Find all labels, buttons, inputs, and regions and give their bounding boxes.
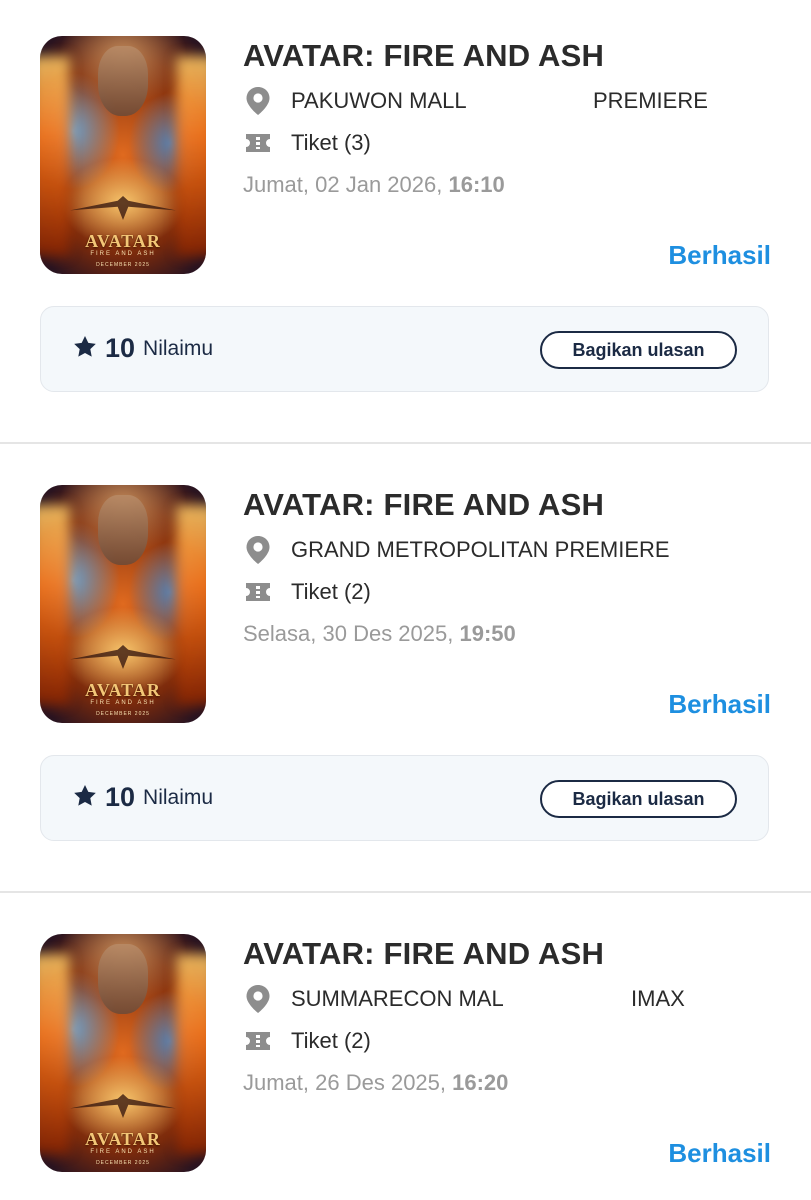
rating-card: 10 Nilaimu Bagikan ulasan bbox=[40, 755, 769, 841]
poster-subtitle: FIRE AND ASH bbox=[90, 700, 156, 706]
studio-type: PREMIERE bbox=[554, 537, 670, 562]
rating-summary: 10 Nilaimu bbox=[73, 782, 213, 813]
movie-poster[interactable]: AVATAR FIRE AND ASH DECEMBER 2025 bbox=[40, 36, 206, 274]
movie-title: AVATAR: FIRE AND ASH bbox=[243, 936, 605, 971]
status-badge: Berhasil bbox=[668, 1138, 771, 1168]
rating-label: Nilaimu bbox=[143, 785, 214, 809]
share-review-button[interactable]: Bagikan ulasan bbox=[540, 331, 737, 369]
studio-type: IMAX bbox=[631, 986, 685, 1011]
ticket-label: Tiket (3) bbox=[291, 130, 371, 155]
show-date: Jumat, 26 Des 2025, bbox=[243, 1070, 453, 1095]
ticket-icon bbox=[245, 132, 279, 154]
cinema-location: PAKUWON MALL PREMIERE bbox=[245, 86, 708, 116]
rating-label: Nilaimu bbox=[143, 336, 214, 360]
ticket-icon bbox=[245, 581, 279, 603]
star-icon bbox=[73, 784, 97, 812]
poster-release: DECEMBER 2025 bbox=[96, 711, 150, 717]
order-card[interactable]: AVATAR FIRE AND ASH DECEMBER 2025 AVATAR… bbox=[0, 449, 811, 898]
showtime: Jumat, 02 Jan 2026, 16:10 bbox=[243, 172, 505, 198]
status-badge: Berhasil bbox=[668, 689, 771, 719]
divider bbox=[0, 891, 811, 893]
show-time: 16:20 bbox=[452, 1070, 509, 1095]
order-card[interactable]: AVATAR FIRE AND ASH DECEMBER 2025 AVATAR… bbox=[0, 898, 811, 1198]
ticket-count: Tiket (2) bbox=[245, 577, 371, 607]
ticket-count: Tiket (3) bbox=[245, 128, 371, 158]
movie-poster[interactable]: AVATAR FIRE AND ASH DECEMBER 2025 bbox=[40, 934, 206, 1172]
cinema-name: SUMMARECON MAL bbox=[291, 986, 504, 1011]
cinema-location: GRAND METROPOLITAN PREMIERE bbox=[245, 535, 670, 565]
rating-value: 10 bbox=[105, 333, 136, 363]
ticket-label: Tiket (2) bbox=[291, 579, 371, 604]
movie-title: AVATAR: FIRE AND ASH bbox=[243, 487, 605, 522]
ticket-icon bbox=[245, 1030, 279, 1052]
ticket-label: Tiket (2) bbox=[291, 1028, 371, 1053]
showtime: Selasa, 30 Des 2025, 19:50 bbox=[243, 621, 516, 647]
ticket-count: Tiket (2) bbox=[245, 1026, 371, 1056]
status-badge: Berhasil bbox=[668, 240, 771, 270]
show-date: Jumat, 02 Jan 2026, bbox=[243, 172, 449, 197]
star-icon bbox=[73, 335, 97, 363]
show-time: 19:50 bbox=[459, 621, 516, 646]
poster-logo: AVATAR bbox=[85, 680, 161, 700]
show-date: Selasa, 30 Des 2025, bbox=[243, 621, 460, 646]
poster-logo: AVATAR bbox=[85, 231, 161, 251]
share-review-button[interactable]: Bagikan ulasan bbox=[540, 780, 737, 818]
poster-release: DECEMBER 2025 bbox=[96, 262, 150, 268]
map-pin-icon bbox=[245, 86, 279, 116]
map-pin-icon bbox=[245, 984, 279, 1014]
movie-poster[interactable]: AVATAR FIRE AND ASH DECEMBER 2025 bbox=[40, 485, 206, 723]
divider bbox=[0, 442, 811, 444]
poster-subtitle: FIRE AND ASH bbox=[90, 1149, 156, 1155]
studio-type: PREMIERE bbox=[593, 88, 708, 113]
rating-summary: 10 Nilaimu bbox=[73, 333, 213, 364]
rating-card: 10 Nilaimu Bagikan ulasan bbox=[40, 306, 769, 392]
show-time: 16:10 bbox=[448, 172, 505, 197]
rating-value: 10 bbox=[105, 782, 136, 812]
cinema-name: GRAND METROPOLITAN bbox=[291, 537, 549, 562]
map-pin-icon bbox=[245, 535, 279, 565]
cinema-location: SUMMARECON MAL IMAX bbox=[245, 984, 685, 1014]
showtime: Jumat, 26 Des 2025, 16:20 bbox=[243, 1070, 508, 1096]
cinema-name: PAKUWON MALL bbox=[291, 88, 467, 113]
order-card[interactable]: AVATAR FIRE AND ASH DECEMBER 2025 AVATAR… bbox=[0, 0, 811, 449]
poster-subtitle: FIRE AND ASH bbox=[90, 251, 156, 257]
poster-logo: AVATAR bbox=[85, 1129, 161, 1149]
movie-title: AVATAR: FIRE AND ASH bbox=[243, 38, 605, 73]
poster-release: DECEMBER 2025 bbox=[96, 1160, 150, 1166]
